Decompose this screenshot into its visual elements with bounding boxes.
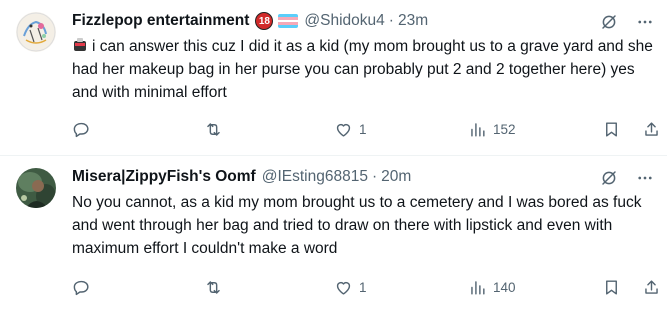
views-button[interactable]: 152 [468, 120, 516, 139]
handle[interactable]: @Shidoku4 [304, 12, 384, 30]
tweet-header-actions [599, 12, 655, 32]
more-icon[interactable] [635, 12, 655, 32]
repost-icon [207, 280, 220, 294]
display-name[interactable]: Misera|ZippyFish's Oomf [72, 168, 256, 186]
share-icon [645, 121, 658, 136]
avatar[interactable] [16, 168, 56, 208]
repost-button[interactable] [204, 120, 229, 139]
trans-flag-icon [278, 14, 299, 28]
avatar[interactable] [16, 12, 56, 52]
like-count: 1 [359, 279, 367, 295]
views-button[interactable]: 140 [468, 278, 516, 297]
reply-icon [73, 280, 89, 295]
heart-icon [336, 123, 351, 137]
timestamp[interactable]: 23m [398, 12, 428, 30]
repost-icon [207, 122, 220, 136]
tweet-text: i can answer this cuz I did it as a kid … [72, 35, 657, 104]
age-18-icon: 18 [255, 12, 274, 30]
grok-icon[interactable] [599, 168, 619, 188]
tweet-header-actions [599, 168, 655, 188]
separator-dot: · [388, 12, 394, 29]
tweet-actions: 1 140 [72, 276, 658, 298]
view-count: 140 [493, 279, 516, 295]
reply-button[interactable] [72, 278, 97, 297]
heart-icon [336, 281, 351, 295]
bookmark-icon [606, 279, 617, 295]
share-button[interactable] [642, 120, 661, 139]
bookmark-button[interactable] [602, 278, 621, 297]
display-name[interactable]: Fizzlepop entertainment [72, 12, 249, 30]
tweet[interactable]: Fizzlepop entertainment 18 @Shidoku4 · 2… [0, 0, 667, 155]
reply-button[interactable] [72, 120, 97, 139]
tweet-text-content: i can answer this cuz I did it as a kid … [72, 38, 653, 101]
bookmark-icon [606, 121, 617, 137]
skull-emoji-icon [72, 37, 88, 53]
share-icon [645, 279, 658, 294]
reply-icon [73, 122, 89, 137]
tweet-text: No you cannot, as a kid my mom brought u… [72, 194, 642, 257]
bookmark-button[interactable] [602, 120, 621, 139]
grok-icon[interactable] [599, 12, 619, 32]
tweet-actions: 1 152 [72, 118, 658, 140]
views-icon [471, 280, 485, 295]
share-button[interactable] [642, 278, 661, 297]
like-count: 1 [359, 121, 367, 137]
tweet[interactable]: Misera|ZippyFish's Oomf @IEsting68815 · … [0, 156, 667, 312]
tweet-header: Fizzlepop entertainment 18 @Shidoku4 · 2… [72, 10, 607, 32]
like-button[interactable]: 1 [334, 120, 367, 139]
separator-dot: · [371, 168, 378, 185]
more-icon[interactable] [635, 168, 655, 188]
tweet-header: Misera|ZippyFish's Oomf @IEsting68815 · … [72, 166, 607, 188]
timestamp[interactable]: 20m [381, 168, 411, 186]
view-count: 152 [493, 121, 516, 137]
handle[interactable]: @IEsting68815 [262, 168, 368, 186]
repost-button[interactable] [204, 278, 229, 297]
like-button[interactable]: 1 [334, 278, 367, 297]
views-icon [471, 122, 485, 137]
